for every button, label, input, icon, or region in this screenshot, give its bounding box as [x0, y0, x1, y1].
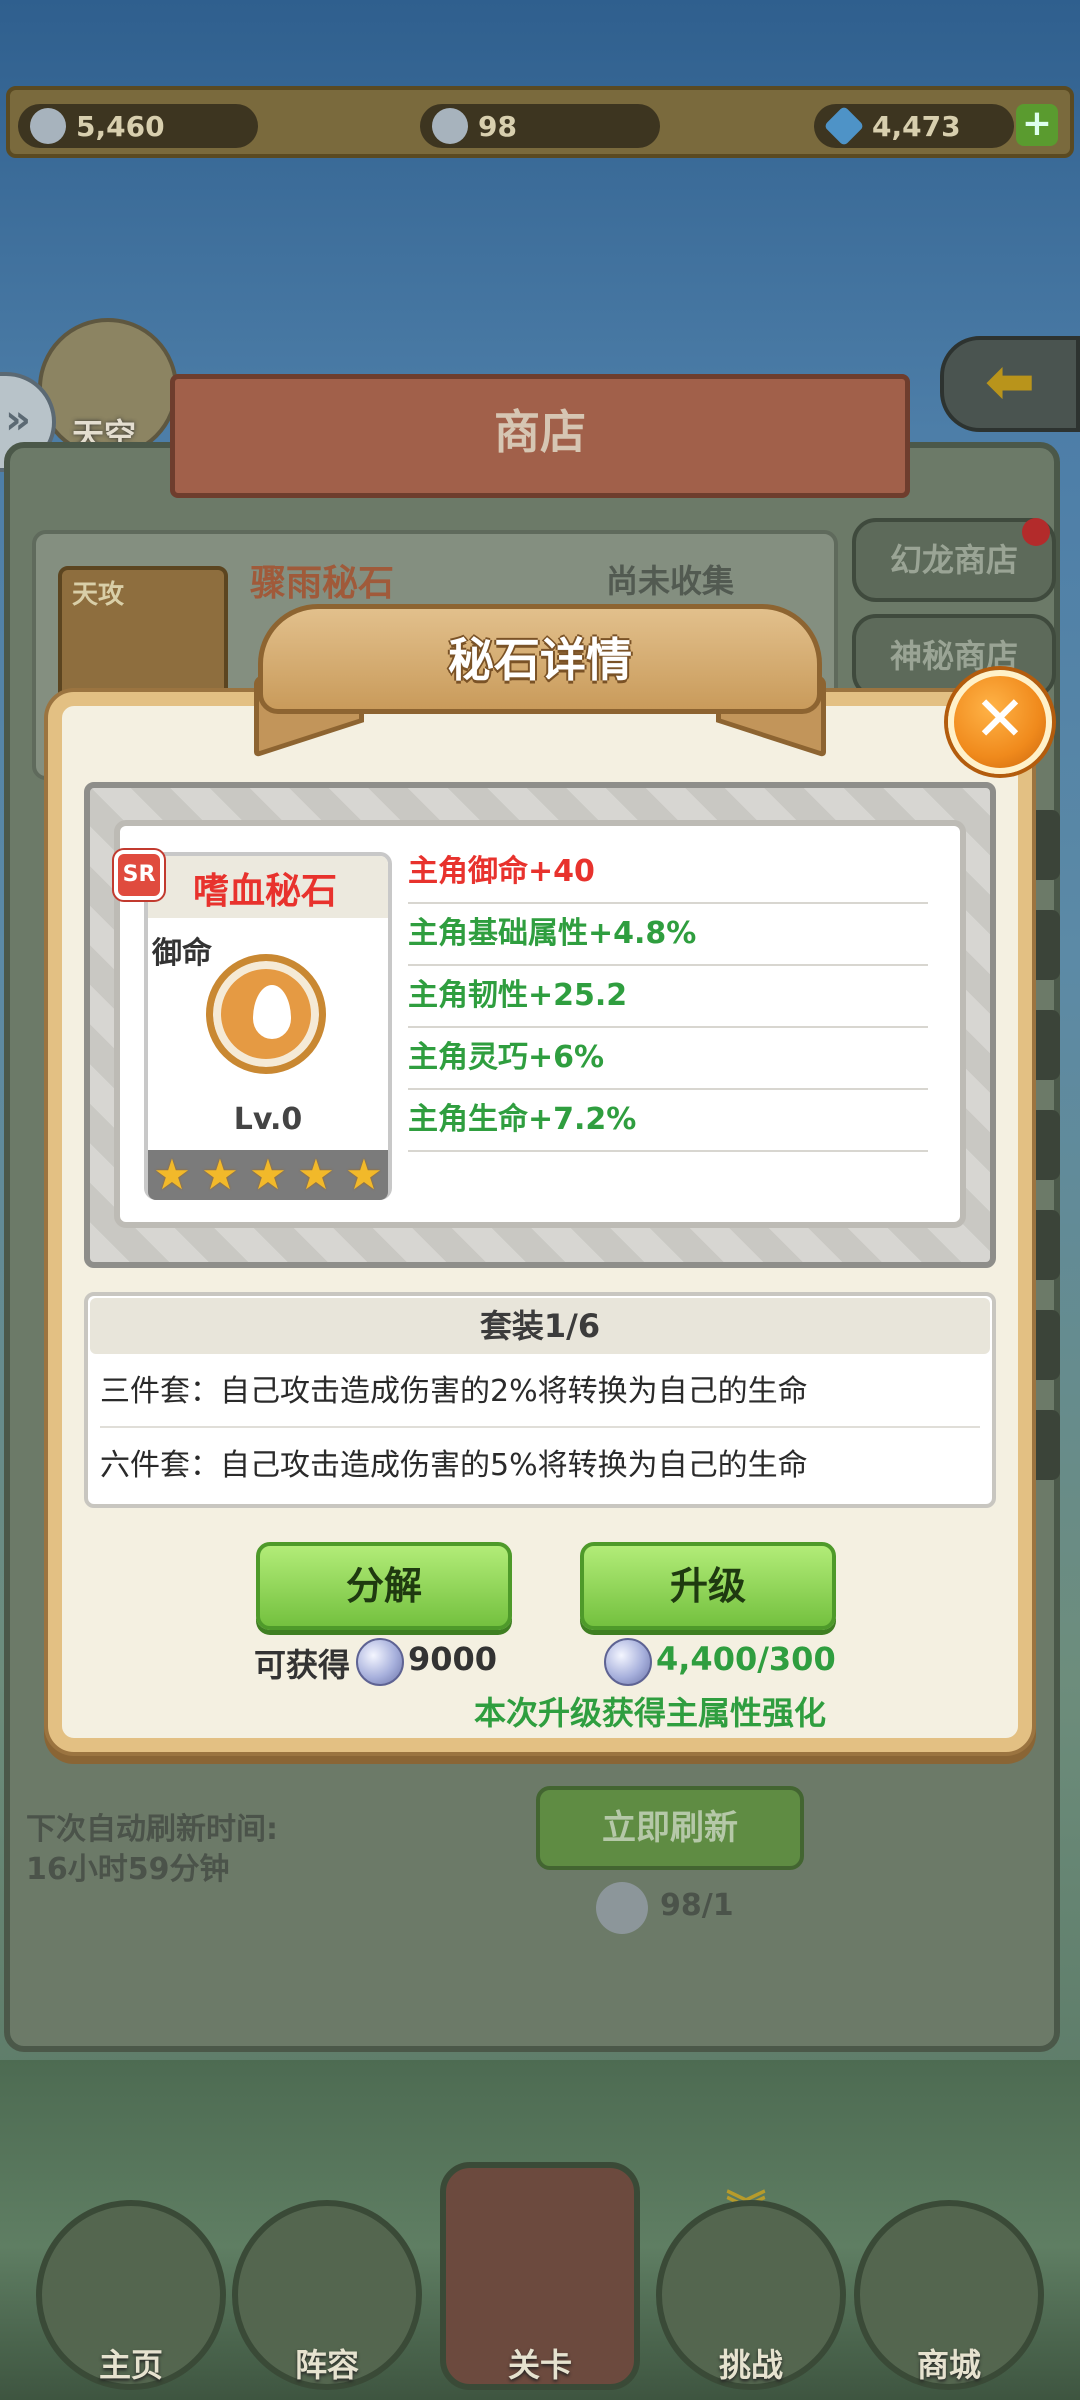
tab-dragon-shop[interactable]: 幻龙商店	[852, 518, 1056, 602]
attribute-line: 主角生命+7.2%	[408, 1090, 928, 1152]
back-arrow-button[interactable]: ⬅	[940, 336, 1080, 432]
stone-name: 嗜血秘石	[192, 871, 337, 912]
shop-item-tag: 天攻	[72, 580, 125, 610]
attribute-line: 主角基础属性+4.8%	[408, 904, 928, 966]
water-drop-icon	[206, 954, 326, 1074]
keys-value: 98	[478, 109, 517, 143]
star-icon: ★	[297, 1150, 335, 1199]
set-bonus-line: 六件套：自己攻击造成伤害的5%将转换为自己的生命	[100, 1448, 808, 1483]
diamonds-resource: 4,473	[814, 104, 1014, 148]
shop-item-name: 骤雨秘石	[250, 563, 395, 604]
decompose-gain-value: 9000	[408, 1640, 498, 1678]
nav-stage-label: 关卡	[507, 2346, 572, 2384]
nav-challenge-label: 挑战	[718, 2346, 783, 2384]
resource-bar: 5,460 98 4,473 +	[6, 86, 1074, 158]
attribute-line: 主角御命+40	[408, 842, 928, 904]
star-rating: ★ ★ ★ ★ ★	[148, 1150, 388, 1200]
key-icon	[432, 108, 468, 144]
essence-crystal-icon	[356, 1638, 404, 1686]
notification-dot	[1022, 518, 1050, 546]
diamond-icon	[823, 105, 865, 147]
refresh-cost: 98/1	[660, 1888, 734, 1923]
attribute-line: 主角韧性+25.2	[408, 966, 928, 1028]
close-button[interactable]: ✕	[948, 670, 1052, 774]
set-bonus-line: 三件套：自己攻击造成伤害的2%将转换为自己的生命	[100, 1356, 980, 1428]
stone-level: Lv.0	[233, 1102, 303, 1137]
upgrade-button[interactable]: 升级	[580, 1542, 836, 1630]
rarity-badge: SR	[114, 850, 164, 900]
dialog-title: 秘石详情	[448, 633, 632, 687]
star-icon: ★	[345, 1150, 383, 1199]
upgrade-note: 本次升级获得主属性强化	[474, 1694, 827, 1732]
star-icon: ★	[153, 1150, 191, 1199]
key-icon	[596, 1882, 648, 1934]
nav-home-label: 主页	[98, 2346, 163, 2384]
wings-resource: 5,460	[18, 104, 258, 148]
wings-value: 5,460	[76, 109, 165, 143]
refresh-now-button[interactable]: 立即刷新	[536, 1786, 804, 1870]
drop-shape	[253, 985, 291, 1039]
keys-resource: 98	[420, 104, 660, 148]
star-icon: ★	[249, 1150, 287, 1199]
star-icon: ★	[201, 1150, 239, 1199]
stone-type: 御命	[152, 936, 212, 971]
upgrade-cost: 4,400/300	[656, 1640, 836, 1678]
refresh-timer-label: 下次自动刷新时间:	[26, 1812, 278, 1847]
nav-mall-label: 商城	[916, 2346, 981, 2384]
decompose-button[interactable]: 分解	[256, 1542, 512, 1630]
diamonds-value: 4,473	[872, 109, 961, 143]
add-diamonds-button[interactable]: +	[1016, 104, 1058, 146]
nav-lineup-label: 阵容	[294, 2346, 359, 2384]
tab-dragon-shop-label: 幻龙商店	[889, 541, 1018, 579]
decompose-gain-label: 可获得	[254, 1646, 351, 1684]
wing-icon	[30, 108, 66, 144]
essence-crystal-icon	[604, 1638, 652, 1686]
refresh-timer-value: 16小时59分钟	[26, 1852, 230, 1887]
shop-item-status: 尚未收集	[606, 562, 735, 600]
attribute-line: 主角灵巧+6%	[408, 1028, 928, 1090]
shop-title: 商店	[494, 405, 586, 459]
set-bonus-header: 套装1/6	[90, 1298, 990, 1354]
